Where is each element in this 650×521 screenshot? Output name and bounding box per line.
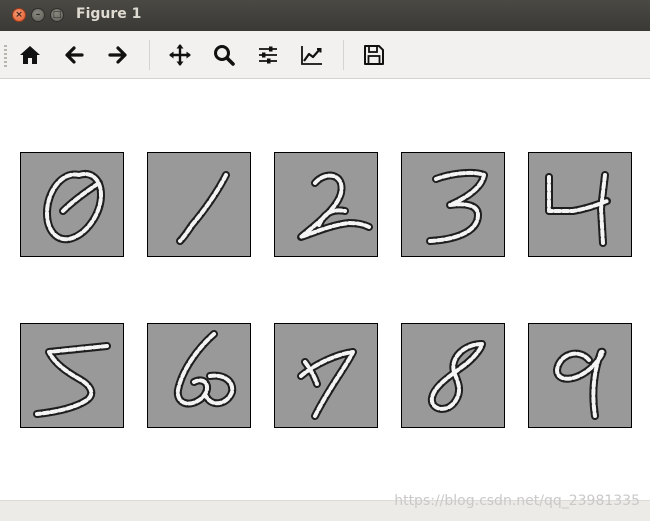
toolbar-grip[interactable] <box>4 45 7 67</box>
pan-button[interactable] <box>165 40 195 70</box>
digit-panel-6: 6 <box>147 323 251 428</box>
digit-image <box>427 340 486 413</box>
toolbar-separator <box>343 40 344 70</box>
digit-image <box>297 348 357 420</box>
zoom-button[interactable] <box>209 40 239 70</box>
save-floppy-icon <box>364 45 384 65</box>
window-maximize-button[interactable]: □ <box>50 8 64 22</box>
minimize-icon: – <box>35 10 41 20</box>
subplots-sliders-icon <box>259 46 277 64</box>
home-button[interactable] <box>15 40 45 70</box>
window-close-button[interactable]: × <box>12 8 26 22</box>
customize-button[interactable] <box>297 40 327 70</box>
digit-panel-4: 4 <box>528 152 632 257</box>
digit-panel-5: 5 <box>20 323 124 428</box>
save-button[interactable] <box>359 40 389 70</box>
forward-button[interactable] <box>103 40 133 70</box>
maximize-icon: □ <box>52 10 62 20</box>
figure-canvas[interactable]: 0 1 2 3 4 5 <box>0 79 650 500</box>
back-arrow-icon <box>65 46 84 64</box>
digit-panel-3: 3 <box>401 152 505 257</box>
digit-panel-2: 2 <box>274 152 378 257</box>
navigation-toolbar <box>0 31 650 79</box>
digit-panel-0: 0 <box>20 152 124 257</box>
digit-panel-7: 7 <box>274 323 378 428</box>
digit-image <box>33 342 111 418</box>
window-titlebar: × – □ Figure 1 <box>0 0 650 31</box>
digit-image <box>43 170 105 244</box>
digit-image <box>545 171 611 247</box>
watermark-text: https://blog.csdn.net/qq_23981335 <box>394 493 640 509</box>
digit-image <box>176 171 230 245</box>
window-title: Figure 1 <box>76 6 142 22</box>
digit-image <box>297 171 373 241</box>
forward-arrow-icon <box>108 46 127 64</box>
window-minimize-button[interactable]: – <box>31 8 45 22</box>
digit-image <box>426 168 488 245</box>
edit-axis-chart-icon <box>301 46 322 65</box>
close-icon: × <box>15 10 23 20</box>
toolbar-separator <box>149 40 150 70</box>
digit-panel-9: 9 <box>528 323 632 428</box>
zoom-magnifier-icon <box>214 45 235 66</box>
back-button[interactable] <box>59 40 89 70</box>
pan-move-icon <box>169 44 191 66</box>
subplots-button[interactable] <box>253 40 283 70</box>
digit-panel-1: 1 <box>147 152 251 257</box>
digit-panel-8: 8 <box>401 323 505 428</box>
digit-image <box>553 347 607 420</box>
home-icon <box>20 46 40 64</box>
digit-image <box>173 330 237 408</box>
